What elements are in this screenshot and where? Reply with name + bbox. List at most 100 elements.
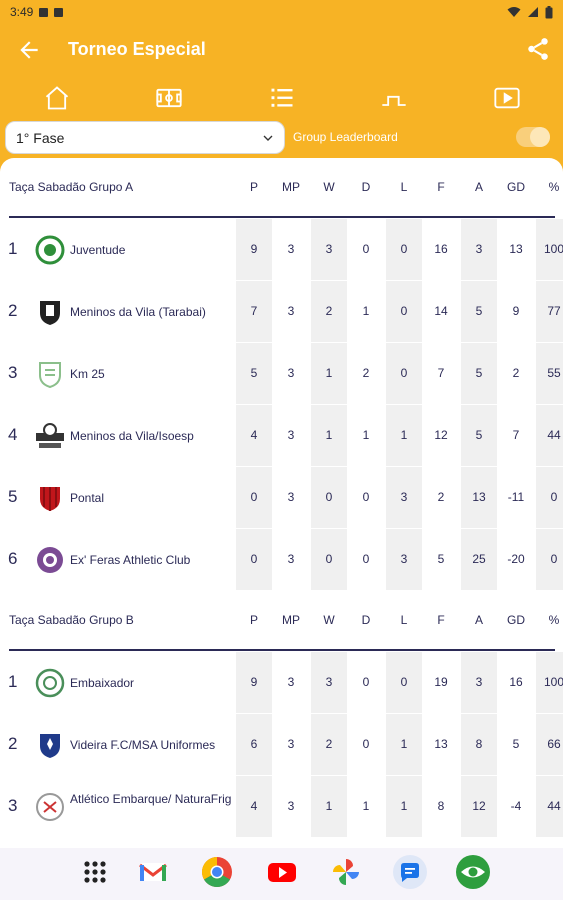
stat-cell: 8 bbox=[437, 799, 445, 813]
position-number: 1 bbox=[8, 672, 18, 691]
stat-cell: 0 bbox=[550, 490, 558, 504]
team-logo bbox=[36, 423, 64, 448]
stat-cell: 44 bbox=[547, 799, 561, 813]
stat-cell: 2 bbox=[512, 366, 520, 380]
stat-cell: 13 bbox=[434, 737, 448, 751]
list-icon[interactable] bbox=[268, 84, 296, 112]
position-number: 2 bbox=[8, 734, 18, 753]
stat-cell: 77 bbox=[547, 304, 561, 318]
team-name: Km 25 bbox=[70, 367, 105, 381]
column-header: GD bbox=[507, 180, 525, 194]
column-header: A bbox=[474, 613, 483, 627]
group-leaderboard-label: Group Leaderboard bbox=[293, 130, 398, 144]
stat-cell: 5 bbox=[512, 737, 520, 751]
column-header: F bbox=[437, 180, 445, 194]
column-header: A bbox=[474, 180, 483, 194]
table-row[interactable]: 4 Meninos da Vila/Isoesp 4 3 1 1 1 12 5 7 44 bbox=[0, 405, 563, 467]
stat-cell: 5 bbox=[475, 428, 483, 442]
stat-cell: 0 bbox=[400, 675, 408, 689]
stat-cell: 8 bbox=[475, 737, 483, 751]
group-section: Taça Sabadão Grupo A P MP W D L F A GD% 1 Juventud… bbox=[0, 158, 563, 590]
app-bar: Torneo Especial bbox=[0, 24, 563, 76]
column-header: D bbox=[361, 180, 371, 194]
bracket-icon[interactable] bbox=[380, 84, 408, 112]
team-logo bbox=[39, 362, 61, 389]
header-divider bbox=[9, 216, 555, 218]
team-name: Atlético Embarque/ NaturaFrig bbox=[70, 792, 232, 806]
group-title: Taça Sabadão Grupo A bbox=[9, 180, 134, 194]
stat-cell: 2 bbox=[325, 304, 333, 318]
team-logo bbox=[40, 301, 60, 325]
table-row[interactable]: 2 Videira F.C/MSA Uniformes 6 3 2 0 1 13 8 5 66 bbox=[0, 714, 563, 776]
stat-cell: 3 bbox=[287, 366, 295, 380]
table-row[interactable]: 6 Ex' Feras Athletic Club 0 3 0 0 3 5 25 -20 0 bbox=[0, 529, 563, 591]
position-number: 4 bbox=[8, 425, 18, 444]
stat-cell: 7 bbox=[512, 428, 520, 442]
messages-icon[interactable] bbox=[390, 852, 430, 892]
home-icon[interactable] bbox=[43, 84, 71, 112]
video-icon[interactable] bbox=[493, 84, 521, 112]
column-header: D bbox=[361, 613, 371, 627]
table-row[interactable]: 3 Km 25 5 3 1 2 0 7 5 2 55 bbox=[0, 343, 563, 405]
position-number: 2 bbox=[8, 301, 18, 320]
group-title: Taça Sabadão Grupo B bbox=[9, 613, 134, 627]
tab-bar bbox=[0, 80, 563, 116]
gmail-icon[interactable] bbox=[133, 852, 173, 892]
table-row[interactable]: 5 Pontal 0 3 0 0 3 2 13 -11 0 bbox=[0, 467, 563, 529]
header-divider bbox=[9, 649, 555, 651]
team-name: Meninos da Vila/Isoesp bbox=[70, 429, 194, 443]
stat-cell: 3 bbox=[287, 490, 295, 504]
stat-cell: 2 bbox=[362, 366, 370, 380]
team-name: Meninos da Vila (Tarabai) bbox=[70, 305, 206, 319]
table-row[interactable]: 1 Embaixador 9 3 3 0 0 19 3 16 100 bbox=[0, 652, 563, 714]
table-row[interactable]: 3 Atlético Embarque/ NaturaFrig 4 3 1 1 1 8 12 -4… bbox=[0, 776, 563, 838]
sim-icon bbox=[54, 7, 64, 17]
stat-cell: 1 bbox=[325, 428, 333, 442]
stat-cell: 0 bbox=[362, 737, 370, 751]
team-logo bbox=[35, 668, 65, 698]
filters-row: 1° Fase Group Leaderboard bbox=[0, 121, 563, 155]
team-logo bbox=[40, 487, 60, 511]
stat-cell: 3 bbox=[400, 490, 408, 504]
phase-select[interactable]: 1° Fase bbox=[5, 121, 285, 154]
column-header: MP bbox=[282, 180, 300, 194]
share-icon[interactable] bbox=[525, 36, 551, 62]
apps-grid-icon[interactable] bbox=[75, 852, 115, 892]
group-section: Taça Sabadão Grupo B P MP W D L F A GD% 1 Embaixad… bbox=[0, 591, 563, 837]
team-name: Embaixador bbox=[70, 676, 135, 690]
back-arrow-icon[interactable] bbox=[16, 37, 42, 63]
stat-cell: 100 bbox=[543, 242, 563, 256]
chrome-icon[interactable] bbox=[197, 852, 237, 892]
stat-cell: 6 bbox=[250, 737, 258, 751]
stat-cell: 1 bbox=[362, 428, 370, 442]
stat-cell: 3 bbox=[287, 737, 295, 751]
stat-cell: 9 bbox=[250, 675, 258, 689]
stat-cell: 3 bbox=[287, 552, 295, 566]
table-row[interactable]: 2 Meninos da Vila (Tarabai) 7 3 2 1 0 14 5 9 77 bbox=[0, 281, 563, 343]
team-logo bbox=[36, 793, 64, 821]
stat-cell: 3 bbox=[287, 428, 295, 442]
field-icon[interactable] bbox=[155, 84, 183, 112]
stat-cell: 2 bbox=[437, 490, 445, 504]
stat-cell: 13 bbox=[472, 490, 486, 504]
column-header: P bbox=[249, 613, 258, 627]
stat-cell: 3 bbox=[400, 552, 408, 566]
column-header: L bbox=[400, 180, 408, 194]
stat-cell: 3 bbox=[287, 799, 295, 813]
phase-select-value: 1° Fase bbox=[16, 129, 65, 146]
stat-cell: 16 bbox=[434, 242, 448, 256]
notification-icon bbox=[39, 7, 49, 17]
photos-icon[interactable] bbox=[326, 852, 366, 892]
table-row[interactable]: 1 Juventude 9 3 3 0 0 16 3 13 100 bbox=[0, 219, 563, 281]
stat-cell: 1 bbox=[362, 799, 370, 813]
stat-cell: 100 bbox=[543, 675, 563, 689]
stat-cell: 5 bbox=[475, 304, 483, 318]
position-number: 6 bbox=[8, 549, 18, 568]
column-header: L bbox=[400, 613, 408, 627]
stat-cell: 7 bbox=[250, 304, 258, 318]
youtube-icon[interactable] bbox=[262, 852, 302, 892]
eye-app-icon[interactable] bbox=[453, 852, 493, 892]
stat-cell: 3 bbox=[287, 304, 295, 318]
group-leaderboard-toggle[interactable] bbox=[516, 127, 550, 147]
standings-panel: Taça Sabadão Grupo A P MP W D L F A GD% 1 Juventud… bbox=[0, 158, 563, 848]
